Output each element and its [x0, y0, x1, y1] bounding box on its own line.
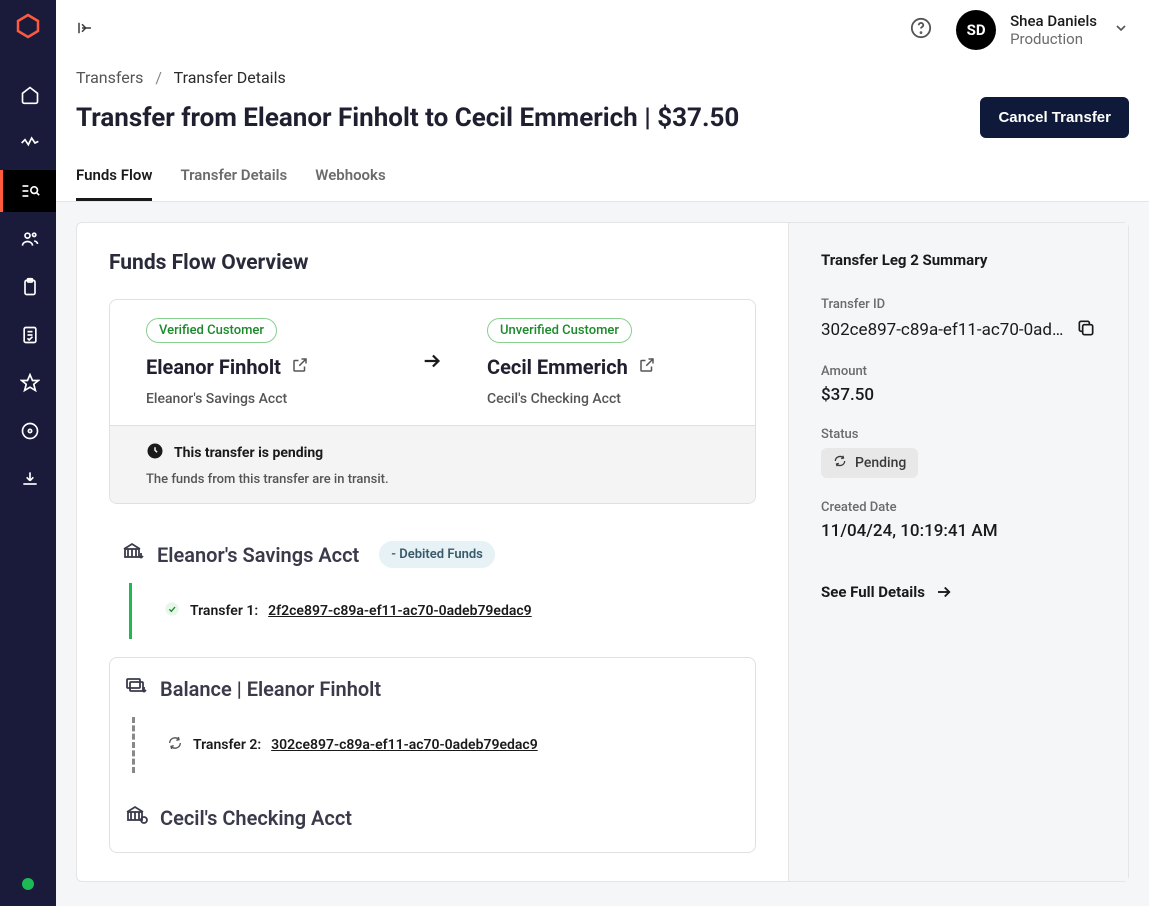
- created-value: 11/04/24, 10:19:41 AM: [821, 521, 1096, 541]
- pending-title: This transfer is pending: [174, 445, 323, 461]
- nav-settings[interactable]: [0, 410, 56, 452]
- open-external-icon[interactable]: [291, 355, 309, 379]
- user-menu[interactable]: SD Shea Daniels Production: [956, 10, 1129, 50]
- unverified-badge: Unverified Customer: [487, 318, 632, 343]
- chevron-down-icon: [1113, 20, 1129, 40]
- from-customer-name: Eleanor Finholt: [146, 355, 281, 379]
- tab-webhooks[interactable]: Webhooks: [315, 166, 385, 201]
- nav-search[interactable]: [0, 170, 56, 212]
- nav-home[interactable]: [0, 74, 56, 116]
- status-pill: Pending: [821, 448, 918, 478]
- transfer-id-label: Transfer ID: [821, 297, 1096, 312]
- transfer-id-value: 302ce897-c89a-ef11-ac70-0ad…: [821, 320, 1064, 340]
- verified-badge: Verified Customer: [146, 318, 277, 343]
- sync-icon: [167, 735, 183, 755]
- dest-account-label: Cecil's Checking Acct: [160, 806, 352, 830]
- transfer2-link[interactable]: 302ce897-c89a-ef11-ac70-0adeb79edac9: [271, 737, 538, 753]
- status-value: Pending: [855, 455, 906, 471]
- source-account-label: Eleanor's Savings Acct: [157, 543, 359, 567]
- balance-flow-box: Balance | Eleanor Finholt Transfer 2: 30…: [109, 657, 756, 853]
- status-label: Status: [821, 427, 1096, 442]
- transfer-card: Verified Customer Eleanor Finholt Eleano…: [109, 299, 756, 504]
- arrow-right-icon: [935, 583, 953, 601]
- topbar: SD Shea Daniels Production: [56, 0, 1149, 60]
- to-customer-name: Cecil Emmerich: [487, 355, 628, 379]
- from-account: Eleanor's Savings Acct: [146, 391, 421, 407]
- open-external-icon[interactable]: [638, 355, 656, 379]
- amount-value: $37.50: [821, 385, 1096, 405]
- transfer1-link[interactable]: 2f2ce897-c89a-ef11-ac70-0adeb79edac9: [268, 603, 532, 619]
- user-avatar: SD: [956, 10, 996, 50]
- breadcrumb-current: Transfer Details: [174, 68, 286, 87]
- expand-sidebar-icon[interactable]: [76, 19, 94, 41]
- nav-receipt[interactable]: [0, 314, 56, 356]
- amount-label: Amount: [821, 364, 1096, 379]
- pending-banner: This transfer is pending The funds from …: [110, 425, 755, 503]
- see-full-details-link[interactable]: See Full Details: [821, 583, 953, 601]
- breadcrumb: Transfers / Transfer Details: [76, 68, 1129, 87]
- nav-star[interactable]: [0, 362, 56, 404]
- cancel-transfer-button[interactable]: Cancel Transfer: [980, 97, 1129, 138]
- balance-label: Balance | Eleanor Finholt: [160, 677, 381, 701]
- tabs: Funds Flow Transfer Details Webhooks: [56, 146, 1149, 202]
- help-icon[interactable]: [910, 17, 932, 43]
- tab-transfer-details[interactable]: Transfer Details: [180, 166, 287, 201]
- nav-download[interactable]: [0, 458, 56, 500]
- from-party: Verified Customer Eleanor Finholt Eleano…: [146, 318, 421, 407]
- sync-icon: [146, 442, 164, 464]
- transfer2-prefix: Transfer 2:: [193, 737, 261, 753]
- overview-title: Funds Flow Overview: [109, 251, 756, 275]
- to-party: Unverified Customer Cecil Emmerich Cecil…: [487, 318, 719, 407]
- summary-panel: Transfer Leg 2 Summary Transfer ID 302ce…: [788, 223, 1128, 881]
- copy-icon[interactable]: [1076, 318, 1096, 342]
- debited-chip: - Debited Funds: [379, 541, 495, 568]
- nav-activity[interactable]: [0, 122, 56, 164]
- bank-in-icon: [124, 803, 148, 832]
- user-name: Shea Daniels: [1010, 12, 1097, 30]
- bank-out-icon: [121, 540, 145, 569]
- user-environment: Production: [1010, 30, 1097, 48]
- transfer1-prefix: Transfer 1:: [190, 603, 258, 619]
- created-label: Created Date: [821, 500, 1096, 515]
- arrow-right-icon: [421, 350, 443, 376]
- logo-icon: [14, 12, 42, 44]
- balance-icon: [124, 674, 148, 703]
- summary-title: Transfer Leg 2 Summary: [821, 251, 1096, 269]
- check-icon: [164, 601, 180, 621]
- tab-funds-flow[interactable]: Funds Flow: [76, 166, 152, 201]
- breadcrumb-parent[interactable]: Transfers: [76, 68, 143, 87]
- sync-icon: [833, 454, 847, 472]
- sidebar: [0, 0, 56, 906]
- page-title: Transfer from Eleanor Finholt to Cecil E…: [76, 103, 739, 133]
- pending-description: The funds from this transfer are in tran…: [146, 472, 719, 487]
- to-account: Cecil's Checking Acct: [487, 391, 719, 407]
- nav-customers[interactable]: [0, 218, 56, 260]
- nav-clipboard[interactable]: [0, 266, 56, 308]
- status-indicator: [22, 878, 34, 890]
